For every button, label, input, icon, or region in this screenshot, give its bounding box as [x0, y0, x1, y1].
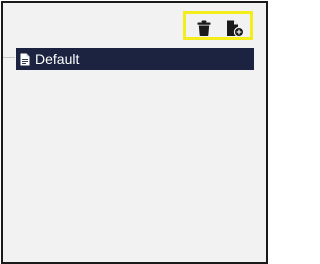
- list-item[interactable]: Default: [16, 48, 254, 70]
- trash-icon: [197, 20, 211, 36]
- document-list: Default: [16, 48, 254, 70]
- delete-button[interactable]: [194, 19, 214, 37]
- divider: [3, 57, 15, 58]
- add-document-button[interactable]: [225, 19, 245, 37]
- add-document-icon: [226, 20, 244, 37]
- panel: Default: [1, 1, 268, 264]
- document-icon: [20, 52, 31, 66]
- list-item-label: Default: [35, 51, 80, 67]
- toolbar: [183, 11, 253, 40]
